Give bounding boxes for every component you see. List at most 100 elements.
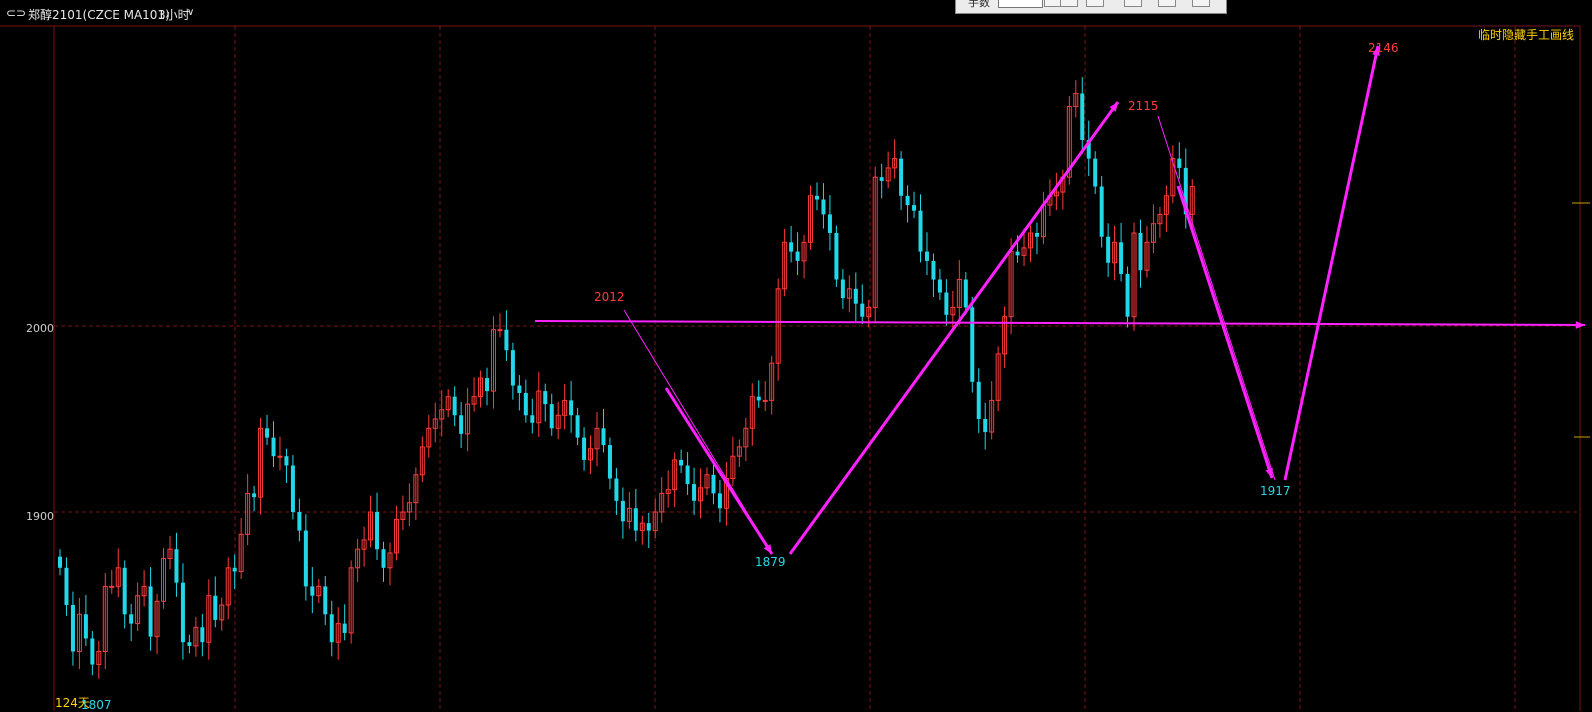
candle xyxy=(70,591,75,666)
candle xyxy=(348,560,354,644)
candle xyxy=(872,166,878,322)
candle xyxy=(485,367,490,406)
candle xyxy=(1119,222,1124,282)
candle xyxy=(187,634,192,654)
candle xyxy=(154,593,160,655)
candle xyxy=(769,355,775,415)
trend-line-2115-1917 xyxy=(1157,115,1276,481)
candle xyxy=(193,616,199,657)
candle xyxy=(879,163,884,199)
candle xyxy=(717,480,722,523)
candle xyxy=(789,225,794,263)
candle xyxy=(510,342,515,400)
low-label-1879: 1879 xyxy=(755,555,786,569)
candle xyxy=(1163,185,1169,232)
candle xyxy=(594,411,600,467)
candle xyxy=(523,379,528,423)
candle xyxy=(219,597,225,631)
candle xyxy=(1080,77,1085,155)
candle xyxy=(504,310,509,361)
candle xyxy=(141,570,147,607)
candle xyxy=(1040,191,1046,245)
candle xyxy=(265,414,270,446)
candle xyxy=(685,452,690,495)
candle xyxy=(1073,80,1079,118)
candle xyxy=(252,485,257,512)
candle xyxy=(976,368,981,434)
chart-grid xyxy=(0,25,1590,711)
candle xyxy=(821,183,826,229)
candle xyxy=(549,393,554,436)
high-label-2012: 2012 xyxy=(594,290,625,304)
candle xyxy=(846,275,852,313)
high-label-2115: 2115 xyxy=(1128,99,1159,113)
candle xyxy=(1099,176,1104,248)
up-arrow-to-2115 xyxy=(788,101,1120,555)
candle xyxy=(659,477,665,523)
candle xyxy=(232,554,237,590)
candle xyxy=(497,313,503,338)
candle xyxy=(76,597,82,669)
candle xyxy=(419,436,425,483)
candle xyxy=(749,383,755,446)
candle xyxy=(626,491,632,529)
candle xyxy=(1157,206,1163,238)
candle xyxy=(426,414,432,458)
candle xyxy=(1112,225,1118,281)
candle xyxy=(161,548,167,609)
candle xyxy=(956,260,962,325)
candle xyxy=(174,532,179,597)
candle xyxy=(109,570,115,594)
candle xyxy=(452,386,457,427)
candle xyxy=(698,468,704,519)
candlestick-chart[interactable] xyxy=(0,0,1592,711)
candle xyxy=(536,371,542,437)
candle xyxy=(860,284,865,325)
candle xyxy=(1125,266,1130,328)
candle xyxy=(297,498,302,542)
candle xyxy=(601,408,606,453)
candle xyxy=(381,541,386,582)
candle xyxy=(316,578,322,604)
candle xyxy=(931,253,936,297)
candle xyxy=(588,435,594,475)
candle xyxy=(918,194,923,263)
candle xyxy=(271,421,276,467)
candle xyxy=(937,269,942,300)
candle xyxy=(387,542,393,586)
candle xyxy=(135,582,141,632)
hide-drawings-notice[interactable]: 临时隐藏手工画线 xyxy=(1478,26,1574,43)
down-arrow-to-1879 xyxy=(664,387,774,555)
candle xyxy=(225,557,231,620)
candle xyxy=(213,576,218,628)
candle xyxy=(167,535,173,570)
candle xyxy=(1177,142,1182,179)
manual-drawings xyxy=(534,45,1586,555)
candle xyxy=(808,185,814,250)
candle xyxy=(284,448,289,483)
candle xyxy=(983,402,988,450)
candle xyxy=(58,549,62,576)
candle xyxy=(200,613,205,657)
candle xyxy=(1002,306,1008,369)
candle xyxy=(736,439,742,467)
candle xyxy=(83,594,88,646)
candle xyxy=(445,389,451,418)
candle xyxy=(277,436,283,471)
candles xyxy=(58,77,1195,679)
candle xyxy=(679,449,684,473)
candle xyxy=(517,375,522,411)
candle xyxy=(562,384,568,430)
candle xyxy=(723,462,729,526)
candle xyxy=(102,573,108,669)
candle xyxy=(834,225,839,287)
candle xyxy=(575,407,580,446)
candle xyxy=(614,468,619,515)
candle xyxy=(432,402,438,443)
down-arrow-to-1917 xyxy=(1176,185,1274,479)
candle xyxy=(400,495,406,531)
candle xyxy=(1106,223,1111,277)
candle xyxy=(704,467,710,496)
candle xyxy=(323,575,328,626)
candle xyxy=(478,370,484,408)
